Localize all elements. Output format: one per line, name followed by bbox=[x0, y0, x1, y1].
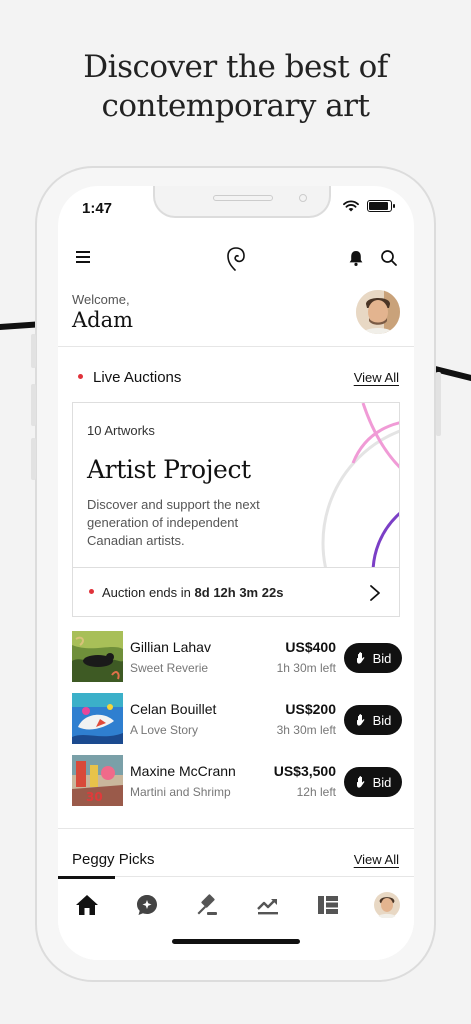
lot-artist: Maxine McCrann bbox=[130, 763, 236, 779]
lot-row[interactable]: 30 Maxine McCrann Martini and Shrimp US$… bbox=[72, 755, 402, 807]
peggy-picks-title: Peggy Picks bbox=[72, 851, 155, 868]
bid-button-label: Bid bbox=[372, 712, 392, 728]
battery-icon bbox=[367, 200, 395, 212]
auction-title: Artist Project bbox=[87, 455, 251, 484]
profile-avatar bbox=[374, 892, 400, 918]
bell-icon[interactable] bbox=[347, 249, 365, 267]
user-name: Adam bbox=[72, 308, 134, 332]
artwork-count: 10 Artworks bbox=[87, 423, 155, 438]
bid-button[interactable]: Bid bbox=[344, 643, 402, 673]
app-logo-icon[interactable] bbox=[226, 246, 246, 272]
phone-screen: 1:47 Welcome, Adam Live Auctions View Al… bbox=[58, 186, 414, 960]
lot-thumbnail bbox=[72, 631, 123, 682]
phone-notch bbox=[153, 186, 331, 218]
user-avatar[interactable] bbox=[356, 290, 400, 334]
top-navigation bbox=[58, 246, 414, 272]
live-auctions-title: Live Auctions bbox=[78, 369, 181, 386]
svg-text:30: 30 bbox=[86, 790, 103, 804]
lot-thumbnail: 30 bbox=[72, 755, 123, 806]
bottom-tab-bar bbox=[58, 876, 414, 960]
bid-button-label: Bid bbox=[372, 774, 392, 790]
live-auctions-view-all-link[interactable]: View All bbox=[354, 370, 399, 385]
lot-title: Martini and Shrimp bbox=[130, 785, 231, 799]
tab-collection[interactable] bbox=[314, 891, 342, 919]
lot-time-left: 3h 30m left bbox=[276, 723, 336, 737]
tab-messages[interactable] bbox=[133, 891, 161, 919]
wifi-icon bbox=[343, 200, 359, 212]
lot-time-left: 1h 30m left bbox=[276, 661, 336, 675]
hand-icon bbox=[356, 776, 364, 788]
active-tab-indicator bbox=[58, 876, 115, 879]
tab-profile[interactable] bbox=[373, 891, 401, 919]
auction-card[interactable]: 10 Artworks Artist Project Discover and … bbox=[72, 402, 400, 617]
bid-button[interactable]: Bid bbox=[344, 705, 402, 735]
welcome-text: Welcome, bbox=[72, 292, 130, 307]
status-time: 1:47 bbox=[82, 200, 113, 217]
lot-row[interactable]: Celan Bouillet A Love Story US$200 3h 30… bbox=[72, 693, 402, 745]
phone-side-button bbox=[31, 438, 36, 480]
home-icon bbox=[76, 895, 98, 915]
lot-title: Sweet Reverie bbox=[130, 661, 209, 675]
phone-side-button bbox=[31, 384, 36, 426]
search-icon[interactable] bbox=[380, 249, 398, 267]
section-divider bbox=[58, 346, 414, 347]
auction-description: Discover and support the next generation… bbox=[87, 497, 260, 548]
peggy-picks-view-all-link[interactable]: View All bbox=[354, 852, 399, 867]
lot-time-left: 12h left bbox=[296, 785, 336, 799]
tab-auctions[interactable] bbox=[193, 891, 221, 919]
live-indicator-dot bbox=[78, 373, 83, 379]
live-indicator-dot bbox=[89, 589, 94, 595]
headline-line-1: Discover the best of bbox=[83, 49, 388, 85]
bid-button-label: Bid bbox=[372, 650, 392, 666]
section-divider bbox=[58, 828, 414, 829]
tab-home[interactable] bbox=[73, 891, 101, 919]
lot-artist: Celan Bouillet bbox=[130, 701, 217, 717]
hamburger-menu-icon[interactable] bbox=[76, 251, 90, 263]
lot-row[interactable]: Gillian Lahav Sweet Reverie US$400 1h 30… bbox=[72, 631, 402, 683]
auction-countdown-row[interactable]: Auction ends in 8d 12h 3m 22s bbox=[73, 567, 399, 616]
hand-icon bbox=[356, 714, 364, 726]
trending-icon bbox=[257, 899, 278, 915]
lot-artist: Gillian Lahav bbox=[130, 639, 211, 655]
hand-icon bbox=[356, 652, 364, 664]
tab-trends[interactable] bbox=[254, 891, 282, 919]
lot-price: US$3,500 bbox=[273, 763, 336, 779]
lot-title: A Love Story bbox=[130, 723, 199, 737]
lot-thumbnail bbox=[72, 693, 123, 744]
list-icon bbox=[318, 896, 338, 914]
chat-icon bbox=[137, 895, 157, 915]
home-indicator bbox=[172, 939, 300, 944]
phone-side-button bbox=[436, 372, 441, 436]
gavel-icon bbox=[197, 894, 217, 915]
chevron-right-icon[interactable] bbox=[369, 584, 381, 602]
headline-line-2: contemporary art bbox=[101, 88, 370, 124]
marketing-headline: Discover the best of contemporary art bbox=[0, 48, 471, 126]
lot-price: US$400 bbox=[285, 639, 336, 655]
status-icons bbox=[343, 200, 395, 212]
phone-side-button bbox=[31, 334, 36, 368]
lot-price: US$200 bbox=[285, 701, 336, 717]
auction-countdown: Auction ends in 8d 12h 3m 22s bbox=[89, 585, 283, 600]
bid-button[interactable]: Bid bbox=[344, 767, 402, 797]
